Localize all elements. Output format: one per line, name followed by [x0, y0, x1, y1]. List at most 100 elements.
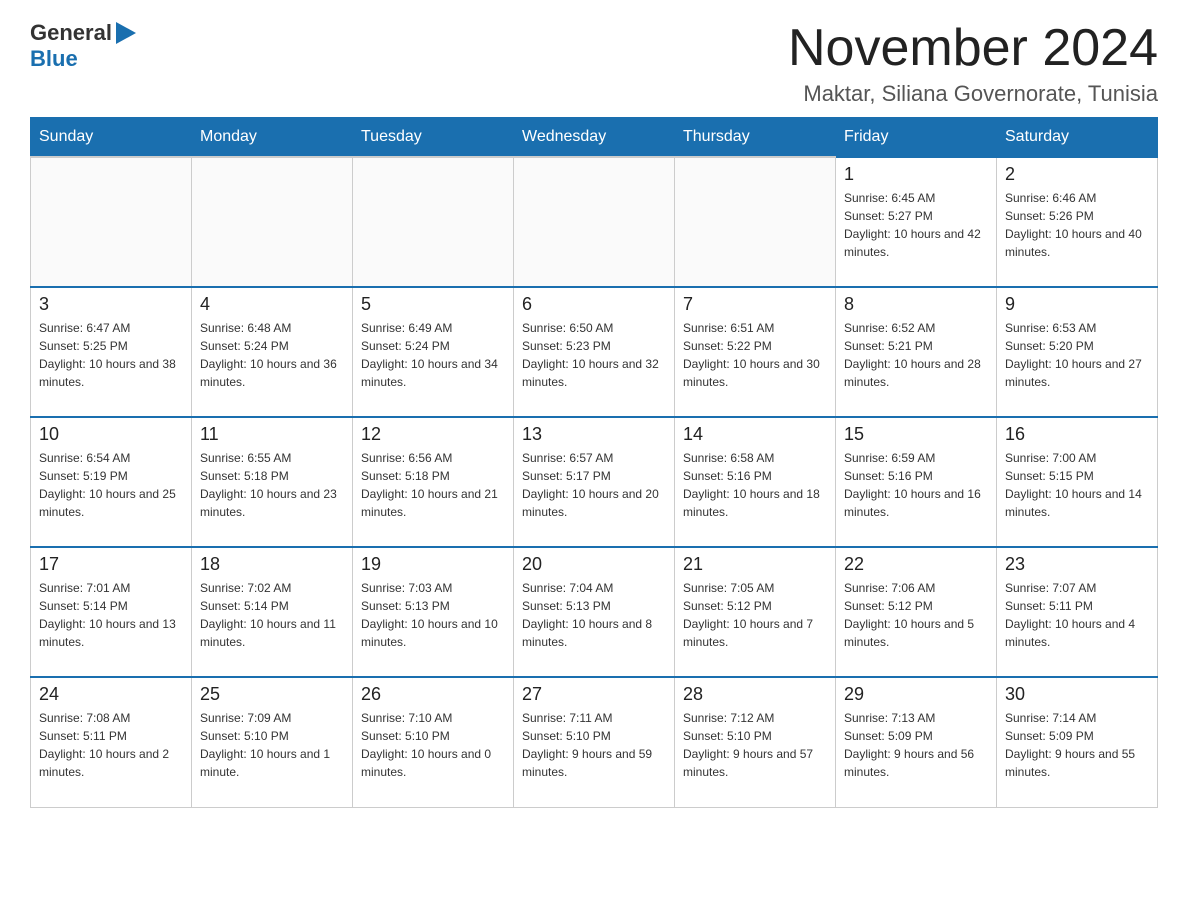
calendar-week-row: 17 Sunrise: 7:01 AMSunset: 5:14 PMDayligh…	[31, 547, 1158, 677]
day-number: 20	[522, 554, 666, 575]
day-info: Sunrise: 7:14 AMSunset: 5:09 PMDaylight:…	[1005, 709, 1149, 781]
title-block: November 2024 Maktar, Siliana Governorat…	[788, 20, 1158, 107]
calendar-day-cell: 23 Sunrise: 7:07 AMSunset: 5:11 PMDayligh…	[997, 547, 1158, 677]
day-info: Sunrise: 7:09 AMSunset: 5:10 PMDaylight:…	[200, 709, 344, 781]
day-number: 1	[844, 164, 988, 185]
day-info: Sunrise: 7:07 AMSunset: 5:11 PMDaylight:…	[1005, 579, 1149, 651]
calendar-day-cell: 19 Sunrise: 7:03 AMSunset: 5:13 PMDayligh…	[353, 547, 514, 677]
day-info: Sunrise: 6:58 AMSunset: 5:16 PMDaylight:…	[683, 449, 827, 521]
calendar-day-cell: 1 Sunrise: 6:45 AMSunset: 5:27 PMDaylight…	[836, 157, 997, 287]
day-info: Sunrise: 7:05 AMSunset: 5:12 PMDaylight:…	[683, 579, 827, 651]
day-number: 2	[1005, 164, 1149, 185]
calendar-day-cell: 12Sunrise: 6:56 AMSunset: 5:18 PMDayligh…	[353, 417, 514, 547]
day-info: Sunrise: 7:10 AMSunset: 5:10 PMDaylight:…	[361, 709, 505, 781]
calendar-day-cell: 26 Sunrise: 7:10 AMSunset: 5:10 PMDayligh…	[353, 677, 514, 807]
calendar-day-cell	[31, 157, 192, 287]
calendar-weekday-header: Tuesday	[353, 118, 514, 158]
calendar-weekday-header: Monday	[192, 118, 353, 158]
calendar-week-row: 24 Sunrise: 7:08 AMSunset: 5:11 PMDayligh…	[31, 677, 1158, 807]
day-number: 22	[844, 554, 988, 575]
day-number: 30	[1005, 684, 1149, 705]
day-number: 13	[522, 424, 666, 445]
calendar-weekday-header: Wednesday	[514, 118, 675, 158]
day-info: Sunrise: 6:45 AMSunset: 5:27 PMDaylight:…	[844, 189, 988, 261]
calendar-day-cell: 17 Sunrise: 7:01 AMSunset: 5:14 PMDayligh…	[31, 547, 192, 677]
day-number: 6	[522, 294, 666, 315]
day-number: 9	[1005, 294, 1149, 315]
day-number: 27	[522, 684, 666, 705]
calendar-day-cell	[514, 157, 675, 287]
calendar-day-cell: 20 Sunrise: 7:04 AMSunset: 5:13 PMDayligh…	[514, 547, 675, 677]
day-number: 16	[1005, 424, 1149, 445]
calendar-day-cell: 25Sunrise: 7:09 AMSunset: 5:10 PMDayligh…	[192, 677, 353, 807]
calendar-day-cell: 15Sunrise: 6:59 AMSunset: 5:16 PMDayligh…	[836, 417, 997, 547]
day-info: Sunrise: 7:00 AMSunset: 5:15 PMDaylight:…	[1005, 449, 1149, 521]
calendar-header-row: SundayMondayTuesdayWednesdayThursdayFrid…	[31, 118, 1158, 158]
calendar-day-cell: 5 Sunrise: 6:49 AMSunset: 5:24 PMDaylight…	[353, 287, 514, 417]
calendar-weekday-header: Saturday	[997, 118, 1158, 158]
day-number: 28	[683, 684, 827, 705]
logo-blue-text: Blue	[30, 46, 78, 71]
calendar-day-cell	[353, 157, 514, 287]
calendar-day-cell: 28 Sunrise: 7:12 AMSunset: 5:10 PMDayligh…	[675, 677, 836, 807]
day-info: Sunrise: 6:51 AMSunset: 5:22 PMDaylight:…	[683, 319, 827, 391]
day-info: Sunrise: 7:04 AMSunset: 5:13 PMDaylight:…	[522, 579, 666, 651]
day-info: Sunrise: 6:57 AMSunset: 5:17 PMDaylight:…	[522, 449, 666, 521]
day-number: 29	[844, 684, 988, 705]
day-number: 17	[39, 554, 183, 575]
day-info: Sunrise: 7:13 AMSunset: 5:09 PMDaylight:…	[844, 709, 988, 781]
calendar-day-cell: 6 Sunrise: 6:50 AMSunset: 5:23 PMDaylight…	[514, 287, 675, 417]
calendar-day-cell: 16 Sunrise: 7:00 AMSunset: 5:15 PMDayligh…	[997, 417, 1158, 547]
day-info: Sunrise: 6:53 AMSunset: 5:20 PMDaylight:…	[1005, 319, 1149, 391]
calendar-week-row: 1 Sunrise: 6:45 AMSunset: 5:27 PMDaylight…	[31, 157, 1158, 287]
day-info: Sunrise: 6:52 AMSunset: 5:21 PMDaylight:…	[844, 319, 988, 391]
day-number: 14	[683, 424, 827, 445]
calendar-day-cell: 2Sunrise: 6:46 AMSunset: 5:26 PMDaylight…	[997, 157, 1158, 287]
calendar-day-cell: 27 Sunrise: 7:11 AMSunset: 5:10 PMDayligh…	[514, 677, 675, 807]
day-number: 23	[1005, 554, 1149, 575]
calendar-day-cell: 7 Sunrise: 6:51 AMSunset: 5:22 PMDaylight…	[675, 287, 836, 417]
day-info: Sunrise: 7:12 AMSunset: 5:10 PMDaylight:…	[683, 709, 827, 781]
day-info: Sunrise: 6:50 AMSunset: 5:23 PMDaylight:…	[522, 319, 666, 391]
calendar-weekday-header: Sunday	[31, 118, 192, 158]
day-info: Sunrise: 6:49 AMSunset: 5:24 PMDaylight:…	[361, 319, 505, 391]
calendar-day-cell: 14 Sunrise: 6:58 AMSunset: 5:16 PMDayligh…	[675, 417, 836, 547]
day-info: Sunrise: 7:08 AMSunset: 5:11 PMDaylight:…	[39, 709, 183, 781]
calendar-day-cell: 24 Sunrise: 7:08 AMSunset: 5:11 PMDayligh…	[31, 677, 192, 807]
calendar-day-cell: 11Sunrise: 6:55 AMSunset: 5:18 PMDayligh…	[192, 417, 353, 547]
calendar-day-cell	[192, 157, 353, 287]
day-info: Sunrise: 7:01 AMSunset: 5:14 PMDaylight:…	[39, 579, 183, 651]
day-number: 12	[361, 424, 505, 445]
day-info: Sunrise: 6:48 AMSunset: 5:24 PMDaylight:…	[200, 319, 344, 391]
day-number: 26	[361, 684, 505, 705]
page-title: November 2024	[788, 20, 1158, 77]
day-number: 24	[39, 684, 183, 705]
day-number: 3	[39, 294, 183, 315]
logo-icon	[112, 20, 140, 46]
calendar-day-cell: 9 Sunrise: 6:53 AMSunset: 5:20 PMDaylight…	[997, 287, 1158, 417]
calendar-day-cell: 21 Sunrise: 7:05 AMSunset: 5:12 PMDayligh…	[675, 547, 836, 677]
day-info: Sunrise: 6:59 AMSunset: 5:16 PMDaylight:…	[844, 449, 988, 521]
calendar-day-cell: 4Sunrise: 6:48 AMSunset: 5:24 PMDaylight…	[192, 287, 353, 417]
day-number: 21	[683, 554, 827, 575]
day-number: 19	[361, 554, 505, 575]
day-info: Sunrise: 7:11 AMSunset: 5:10 PMDaylight:…	[522, 709, 666, 781]
calendar-weekday-header: Thursday	[675, 118, 836, 158]
day-number: 18	[200, 554, 344, 575]
calendar-day-cell: 13 Sunrise: 6:57 AMSunset: 5:17 PMDayligh…	[514, 417, 675, 547]
day-info: Sunrise: 7:06 AMSunset: 5:12 PMDaylight:…	[844, 579, 988, 651]
day-number: 10	[39, 424, 183, 445]
calendar-table: SundayMondayTuesdayWednesdayThursdayFrid…	[30, 117, 1158, 808]
calendar-day-cell: 22 Sunrise: 7:06 AMSunset: 5:12 PMDayligh…	[836, 547, 997, 677]
calendar-day-cell: 29 Sunrise: 7:13 AMSunset: 5:09 PMDayligh…	[836, 677, 997, 807]
logo-general-text: General	[30, 20, 112, 46]
day-info: Sunrise: 7:03 AMSunset: 5:13 PMDaylight:…	[361, 579, 505, 651]
day-number: 7	[683, 294, 827, 315]
day-info: Sunrise: 6:47 AMSunset: 5:25 PMDaylight:…	[39, 319, 183, 391]
calendar-day-cell: 18Sunrise: 7:02 AMSunset: 5:14 PMDayligh…	[192, 547, 353, 677]
day-info: Sunrise: 6:54 AMSunset: 5:19 PMDaylight:…	[39, 449, 183, 521]
logo: General Blue	[30, 20, 140, 72]
day-info: Sunrise: 6:55 AMSunset: 5:18 PMDaylight:…	[200, 449, 344, 521]
day-number: 5	[361, 294, 505, 315]
calendar-week-row: 10 Sunrise: 6:54 AMSunset: 5:19 PMDayligh…	[31, 417, 1158, 547]
